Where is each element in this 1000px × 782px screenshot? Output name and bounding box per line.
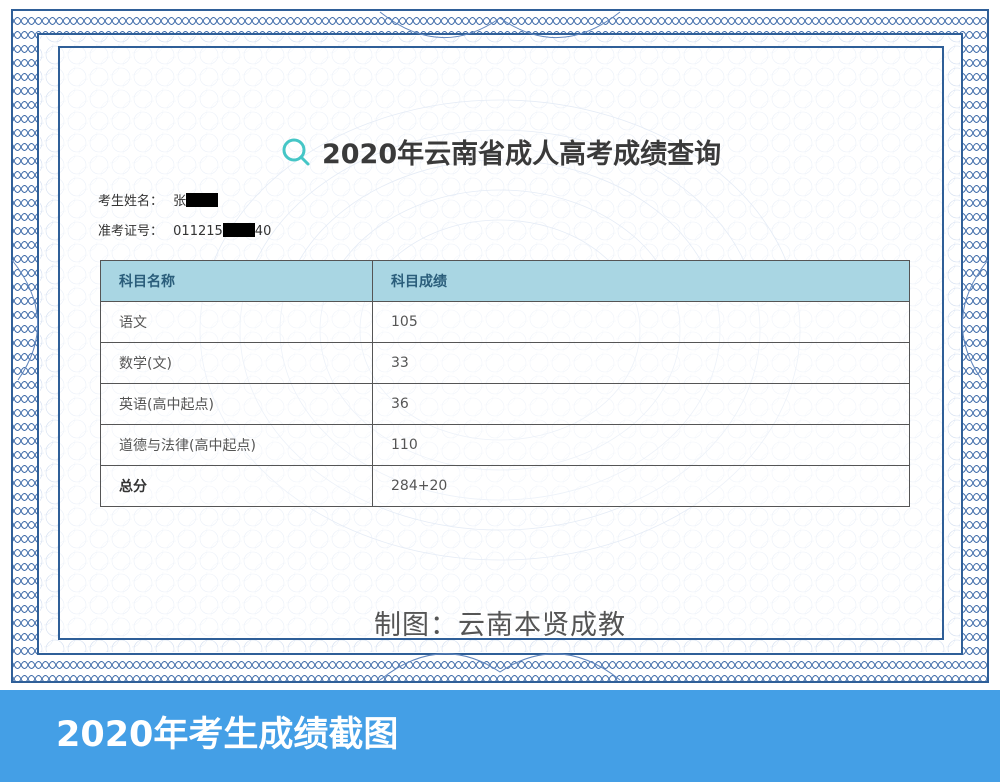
footer-banner: 2020年考生成绩截图 — [0, 690, 1000, 782]
footer-caption: 2020年考生成绩截图 — [56, 715, 399, 755]
score-cell: 36 — [372, 383, 910, 425]
page-title: 2020年云南省成人高考成绩查询 — [321, 139, 722, 170]
table-row: 英语(高中起点) 36 — [100, 383, 910, 425]
candidate-name-row: 考生姓名： 张 — [98, 190, 219, 209]
table-row: 语文 105 — [100, 301, 910, 343]
search-icon — [281, 137, 311, 167]
subject-cell: 英语(高中起点) — [100, 383, 373, 425]
score-cell: 33 — [372, 342, 910, 384]
total-row: 总分 284+20 — [100, 465, 910, 507]
score-table: 科目名称 科目成绩 语文 105 数学(文) 33 英语(高中起点) 36 道德… — [100, 260, 910, 507]
subject-cell: 数学(文) — [100, 342, 373, 384]
score-cell: 105 — [372, 301, 910, 343]
watermark-text: 制图：云南本贤成教 — [374, 610, 626, 641]
total-score: 284+20 — [372, 465, 910, 507]
table-row: 道德与法律(高中起点) 110 — [100, 424, 910, 466]
total-label: 总分 — [100, 465, 373, 507]
name-value: 张 — [173, 190, 219, 209]
candidate-id-row: 准考证号： 011215 40 — [98, 220, 271, 239]
table-header-row: 科目名称 科目成绩 — [100, 260, 910, 302]
name-label: 考生姓名： — [98, 194, 164, 209]
subject-cell: 语文 — [100, 301, 373, 343]
score-cell: 110 — [372, 424, 910, 466]
table-row: 数学(文) 33 — [100, 342, 910, 384]
id-value: 011215 40 — [173, 223, 272, 239]
redaction-bar — [222, 223, 255, 237]
certificate-frame: 2020年云南省成人高考成绩查询 考生姓名： 张 准考证号： 011215 40 … — [0, 0, 1000, 690]
score-card: 2020年云南省成人高考成绩查询 考生姓名： 张 准考证号： 011215 40 … — [58, 46, 944, 640]
subject-cell: 道德与法律(高中起点) — [100, 424, 373, 466]
redaction-bar — [186, 193, 219, 207]
header-subject: 科目名称 — [100, 260, 373, 302]
title-row: 2020年云南省成人高考成绩查询 — [60, 132, 942, 171]
header-score: 科目成绩 — [372, 260, 910, 302]
id-label: 准考证号： — [98, 224, 164, 239]
